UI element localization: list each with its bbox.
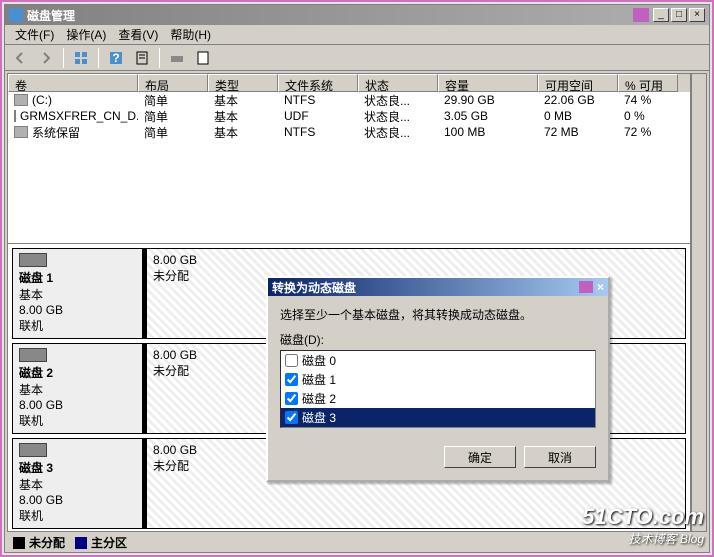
- disk-option-label: 磁盘 1: [302, 371, 336, 388]
- help-button[interactable]: ?: [105, 47, 127, 69]
- window-title: 磁盘管理: [27, 7, 633, 24]
- col-status[interactable]: 状态: [358, 74, 438, 92]
- disk-option[interactable]: 磁盘 2: [281, 389, 595, 408]
- svg-text:?: ?: [112, 51, 119, 65]
- menu-view[interactable]: 查看(V): [112, 24, 164, 45]
- menu-file[interactable]: 文件(F): [9, 24, 60, 45]
- col-pct[interactable]: % 可用: [618, 74, 678, 92]
- disk-listbox[interactable]: 磁盘 0 磁盘 1 磁盘 2 磁盘 3: [280, 350, 596, 428]
- table-row[interactable]: 系统保留简单基本NTFS状态良...100 MB72 MB72 %: [8, 124, 690, 140]
- refresh-button[interactable]: [131, 47, 153, 69]
- disk-checkbox[interactable]: [285, 411, 298, 424]
- maximize-button[interactable]: □: [671, 8, 687, 22]
- disk-option[interactable]: 磁盘 1: [281, 370, 595, 389]
- app-icon: [9, 8, 23, 22]
- dialog-close-button[interactable]: ×: [597, 280, 604, 294]
- disk-checkbox[interactable]: [285, 373, 298, 386]
- forward-button[interactable]: [35, 47, 57, 69]
- settings-button[interactable]: [166, 47, 188, 69]
- disk-icon: [19, 348, 47, 362]
- disk-checkbox[interactable]: [285, 392, 298, 405]
- list-header: 卷 布局 类型 文件系统 状态 容量 可用空间 % 可用: [8, 74, 690, 92]
- menu-action[interactable]: 操作(A): [60, 24, 112, 45]
- dialog-list-label: 磁盘(D):: [280, 331, 596, 348]
- disk-info: 磁盘 1基本8.00 GB联机: [13, 249, 143, 338]
- properties-button[interactable]: [192, 47, 214, 69]
- disk-option-label: 磁盘 0: [302, 352, 336, 369]
- close-button[interactable]: ×: [689, 8, 705, 22]
- disk-option-label: 磁盘 3: [302, 409, 336, 426]
- swatch-unallocated-icon: [13, 537, 25, 549]
- disk-icon: [19, 253, 47, 267]
- overlap-icon: [633, 8, 649, 22]
- minimize-button[interactable]: _: [653, 8, 669, 22]
- titlebar: 磁盘管理 _ □ ×: [5, 5, 709, 25]
- volume-list: 卷 布局 类型 文件系统 状态 容量 可用空间 % 可用 (C:)简单基本NTF…: [8, 74, 690, 244]
- legend: 未分配 主分区: [7, 534, 707, 550]
- col-layout[interactable]: 布局: [138, 74, 208, 92]
- dialog-instruction: 选择至少一个基本磁盘，将其转换成动态磁盘。: [280, 306, 596, 323]
- col-volume[interactable]: 卷: [8, 74, 138, 92]
- disk-option[interactable]: 磁盘 3: [281, 408, 595, 427]
- disk-info: 磁盘 2基本8.00 GB联机: [13, 344, 143, 433]
- legend-primary: 主分区: [91, 536, 127, 550]
- menu-help[interactable]: 帮助(H): [164, 24, 217, 45]
- volume-icon: [14, 110, 16, 122]
- disk-option-label: 磁盘 2: [302, 390, 336, 407]
- disk-option[interactable]: 磁盘 0: [281, 351, 595, 370]
- ok-button[interactable]: 确定: [444, 446, 516, 468]
- dialog-titlebar: 转换为动态磁盘 ×: [268, 278, 608, 296]
- back-button[interactable]: [9, 47, 31, 69]
- volume-icon: [14, 94, 28, 106]
- table-row[interactable]: GRMSXFRER_CN_D...简单基本UDF状态良...3.05 GB0 M…: [8, 108, 690, 124]
- overlap-icon: [579, 281, 593, 293]
- col-fs[interactable]: 文件系统: [278, 74, 358, 92]
- col-type[interactable]: 类型: [208, 74, 278, 92]
- disk-info: 磁盘 3基本8.00 GB联机: [13, 439, 143, 528]
- cancel-button[interactable]: 取消: [524, 446, 596, 468]
- col-free[interactable]: 可用空间: [538, 74, 618, 92]
- vertical-scrollbar[interactable]: [691, 73, 707, 532]
- convert-dynamic-dialog: 转换为动态磁盘 × 选择至少一个基本磁盘，将其转换成动态磁盘。 磁盘(D): 磁…: [266, 276, 610, 482]
- menubar: 文件(F) 操作(A) 查看(V) 帮助(H): [5, 25, 709, 45]
- swatch-primary-icon: [75, 537, 87, 549]
- dialog-title: 转换为动态磁盘: [272, 279, 356, 296]
- disk-icon: [19, 443, 47, 457]
- legend-unallocated: 未分配: [29, 536, 65, 550]
- col-capacity[interactable]: 容量: [438, 74, 538, 92]
- disk-checkbox[interactable]: [285, 354, 298, 367]
- toolbar: ?: [5, 45, 709, 71]
- view-button[interactable]: [70, 47, 92, 69]
- table-row[interactable]: (C:)简单基本NTFS状态良...29.90 GB22.06 GB74 %: [8, 92, 690, 108]
- volume-icon: [14, 126, 28, 138]
